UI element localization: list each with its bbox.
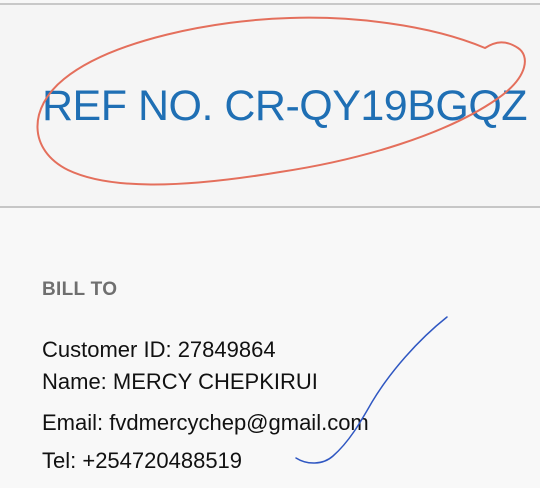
customer-phone: Tel: +254720488519 xyxy=(42,448,243,473)
customer-id: Customer ID: 27849864 xyxy=(42,337,276,362)
customer-name: Name: MERCY CHEPKIRUI xyxy=(42,369,318,394)
bill-to-heading: BILL TO xyxy=(42,279,118,300)
customer-email: Email: fvdmercychep@gmail.com xyxy=(42,410,369,435)
reference-number: REF NO. CR-QY19BGQZ xyxy=(42,82,528,130)
